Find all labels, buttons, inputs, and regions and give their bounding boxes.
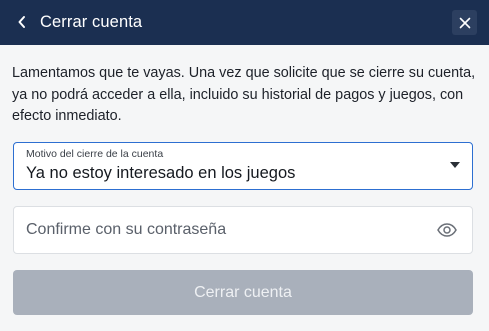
password-input[interactable] <box>26 207 426 253</box>
chevron-left-icon <box>18 16 25 28</box>
dialog-header: Cerrar cuenta <box>0 0 489 45</box>
closure-reason-label: Motivo del cierre de la cuenta <box>26 148 164 160</box>
dialog-title: Cerrar cuenta <box>40 13 143 31</box>
closure-warning-text: Lamentamos que te vayas. Una vez que sol… <box>12 65 476 124</box>
closure-reason-value: Ya no estoy interesado en los juegos <box>26 164 296 182</box>
close-icon <box>459 17 470 28</box>
back-button[interactable] <box>12 11 32 33</box>
show-password-button[interactable] <box>436 221 458 239</box>
eye-icon <box>437 223 457 237</box>
password-field <box>13 206 473 254</box>
closure-reason-select[interactable]: Motivo del cierre de la cuenta Ya no est… <box>13 142 473 190</box>
close-account-button[interactable]: Cerrar cuenta <box>13 270 473 315</box>
close-account-dialog: Cerrar cuenta Lamentamos que te vayas. U… <box>0 0 489 331</box>
caret-down-icon <box>450 162 460 168</box>
close-button[interactable] <box>452 10 477 35</box>
